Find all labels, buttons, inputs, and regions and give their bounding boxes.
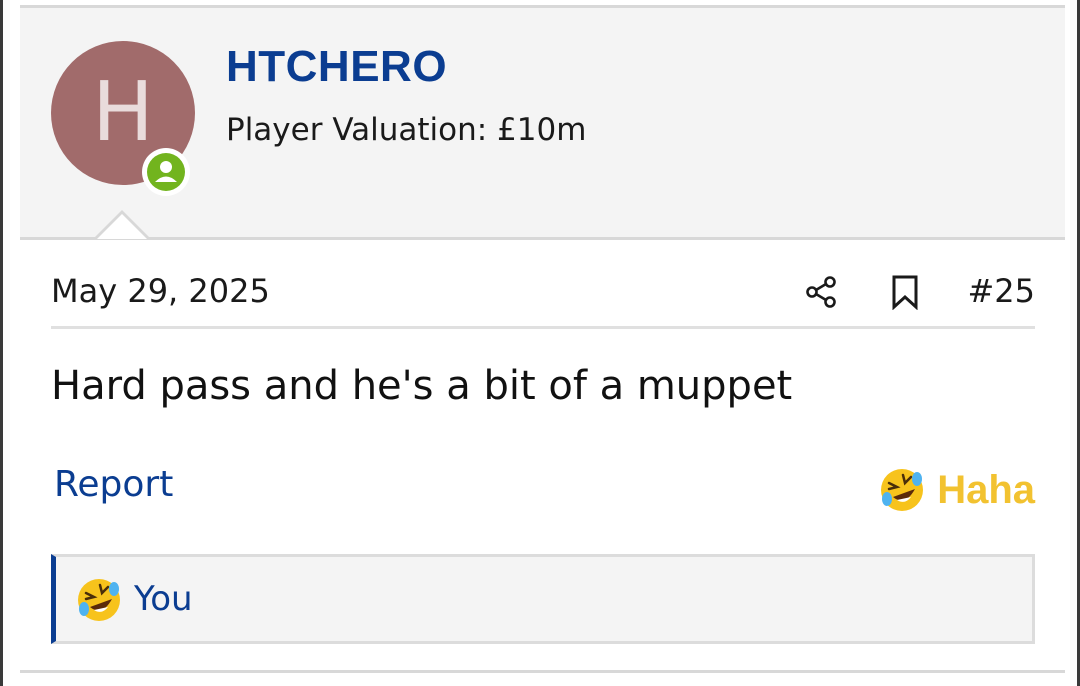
reactions-summary-bar[interactable]: You xyxy=(51,554,1035,644)
username-link[interactable]: HTCHERO xyxy=(226,42,447,92)
post-user-block: H HTCHERO Player Valuation: £10m xyxy=(20,8,1065,240)
post-body-text: Hard pass and he's a bit of a muppet xyxy=(51,363,793,409)
laughing-emoji-icon xyxy=(881,469,924,511)
online-status-badge xyxy=(142,148,190,196)
user-title: Player Valuation: £10m xyxy=(226,112,587,148)
post-number-link[interactable]: #25 xyxy=(967,272,1035,310)
person-icon xyxy=(147,153,185,191)
post-date-link[interactable]: May 29, 2025 xyxy=(51,272,270,310)
report-link[interactable]: Report xyxy=(54,464,173,505)
post-meta-row: May 29, 2025 #25 xyxy=(51,262,1035,329)
laughing-emoji-icon xyxy=(78,579,120,621)
user-block-pointer-fill xyxy=(97,214,147,239)
bookmark-icon[interactable] xyxy=(887,274,923,310)
forum-post: H HTCHERO Player Valuation: £10m May 29,… xyxy=(20,5,1065,673)
reaction-label: Haha xyxy=(937,467,1035,512)
reaction-button[interactable]: Haha xyxy=(879,464,1035,516)
page-frame: H HTCHERO Player Valuation: £10m May 29,… xyxy=(0,0,1080,686)
share-icon[interactable] xyxy=(803,274,839,310)
reactions-summary-text: You xyxy=(134,579,193,619)
